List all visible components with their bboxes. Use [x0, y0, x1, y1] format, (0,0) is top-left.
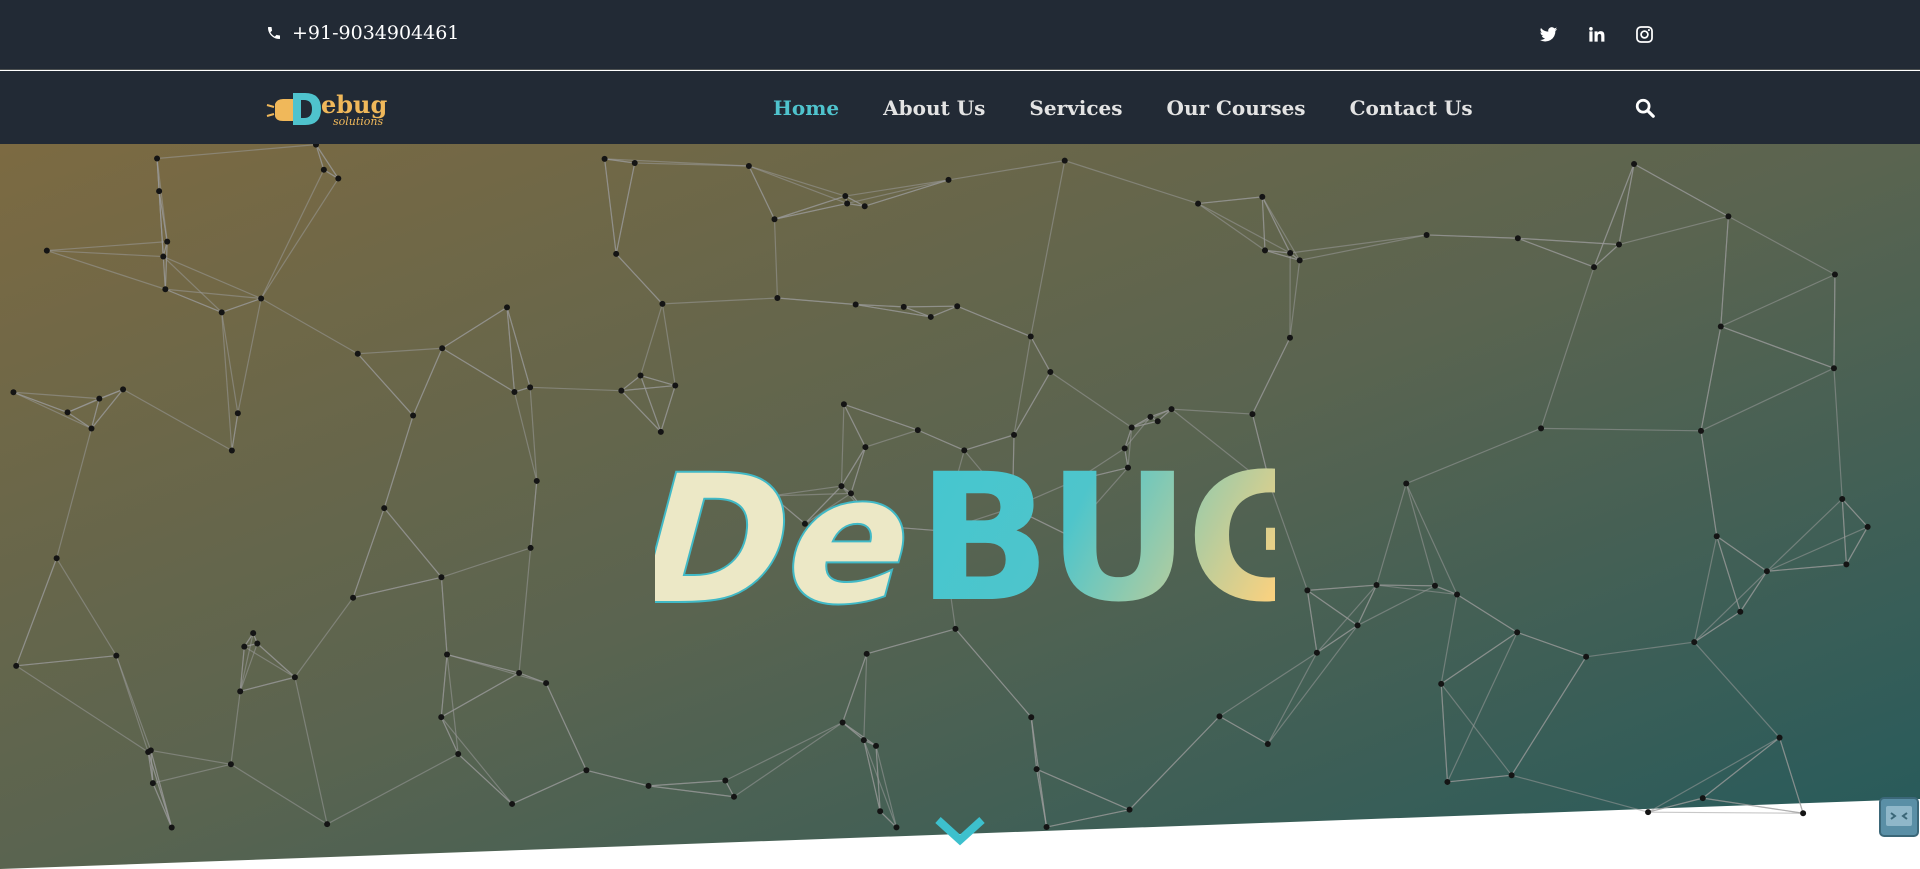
twitter-icon[interactable]: [1538, 24, 1558, 44]
main-navbar: ebug solutions Home About Us Services Ou…: [0, 71, 1920, 144]
phone-contact[interactable]: +91-9034904461: [266, 22, 459, 44]
primary-nav: Home About Us Services Our Courses Conta…: [773, 71, 1517, 144]
social-links: [1538, 24, 1654, 44]
logo-subtext: solutions: [333, 115, 384, 128]
scroll-down-chevron-icon[interactable]: [934, 814, 986, 850]
search-icon[interactable]: [1634, 97, 1656, 119]
brand-logo[interactable]: ebug solutions: [265, 87, 410, 129]
side-widget-icon[interactable]: [1878, 796, 1920, 838]
hero-title-de: De: [655, 437, 916, 643]
nav-our-courses[interactable]: Our Courses: [1167, 96, 1306, 120]
hero-section: De BUG: [0, 144, 1920, 869]
hero-title: De BUG: [655, 435, 1275, 645]
nav-home[interactable]: Home: [773, 96, 839, 120]
hero-title-bug: BUG: [917, 436, 1275, 641]
instagram-icon[interactable]: [1634, 24, 1654, 44]
nav-services[interactable]: Services: [1029, 96, 1122, 120]
nav-about-us[interactable]: About Us: [883, 96, 985, 120]
linkedin-icon[interactable]: [1586, 24, 1606, 44]
top-bar: +91-9034904461: [0, 0, 1920, 70]
phone-number: +91-9034904461: [292, 22, 460, 44]
nav-contact-us[interactable]: Contact Us: [1350, 96, 1473, 120]
phone-icon: [268, 27, 280, 39]
